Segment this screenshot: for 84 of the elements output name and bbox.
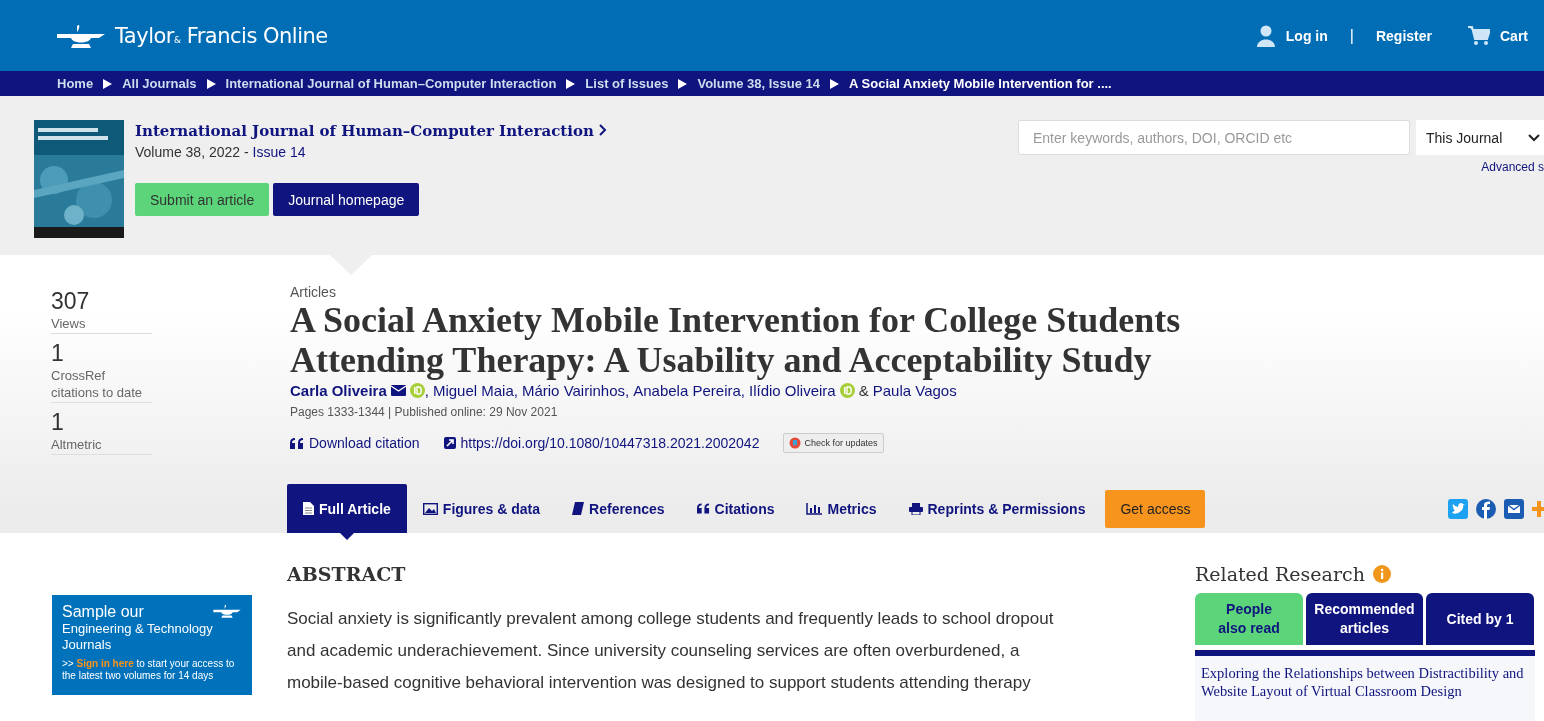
promo-subtitle: Engineering & Technology Journals [62, 621, 214, 653]
image-icon [422, 502, 438, 515]
metric-value: 307 [51, 287, 91, 315]
metric-label: Altmetric [51, 436, 103, 453]
author-link[interactable]: Miguel Maia [432, 382, 514, 399]
plus-icon[interactable] [1532, 498, 1544, 519]
orcid-icon[interactable] [839, 383, 855, 398]
arrow-icon [103, 78, 113, 89]
twitter-icon[interactable] [1448, 498, 1468, 519]
author-separator: , [424, 382, 429, 399]
check-for-updates-button[interactable]: Check for updates [783, 433, 884, 453]
facebook-icon[interactable] [1476, 498, 1496, 519]
promo-banner[interactable]: Sample our Engineering & Technology Journals >> Sign in here to start your access to the latest two volumes for 14 days [52, 595, 252, 695]
promo-text: >> Sign in here to start your access to the latest two volumes for 14 days [62, 658, 236, 682]
promo-title: Sample our [62, 603, 144, 621]
arrow-icon [678, 78, 688, 89]
breadcrumb-link[interactable]: All Journals [122, 76, 197, 91]
related-tab[interactable]: Recommended articles [1306, 593, 1423, 645]
bar-chart-icon [806, 502, 823, 515]
metric-value: 1 [51, 339, 65, 367]
author-separator: , [740, 382, 745, 399]
breadcrumb-link[interactable]: Volume 38, Issue 14 [697, 76, 821, 91]
related-tab[interactable]: People also read [1195, 593, 1303, 645]
cart-icon [1468, 25, 1490, 46]
metric-value: 1 [51, 408, 65, 436]
article-tab[interactable]: Metrics [790, 484, 893, 533]
user-icon [1255, 24, 1276, 47]
email-share-icon[interactable] [1504, 498, 1524, 519]
breadcrumb-link[interactable]: List of Issues [585, 76, 669, 91]
login-link[interactable]: Log in [1285, 27, 1328, 44]
advanced-search-link[interactable]: Advanced s [1481, 160, 1544, 174]
publication-info: Pages 1333-1344 | Published online: 29 Nov 2021 [290, 405, 559, 419]
related-research-heading: Related Research [1195, 563, 1365, 585]
article-type: Articles [290, 284, 337, 300]
scope-select[interactable]: This Journal [1416, 120, 1544, 155]
author-link[interactable]: Ilídio Oliveira [749, 382, 836, 399]
get-access-button[interactable]: Get access [1105, 489, 1206, 528]
email-icon[interactable] [390, 385, 406, 396]
author-separator: , [625, 382, 630, 399]
issue-link[interactable]: Issue 14 [252, 144, 306, 160]
cart-link[interactable]: Cart [1500, 27, 1528, 44]
journal-title-link[interactable]: International Journal of Human–Computer Interaction [135, 122, 594, 140]
search-field[interactable]: Enter keywords, authors, DOI, ORCID etc [1018, 120, 1410, 155]
article-tab[interactable]: Figures & data [406, 484, 557, 533]
author-link[interactable]: Anabela Pereira [633, 382, 741, 399]
arrow-icon [566, 78, 576, 89]
breadcrumb-link[interactable]: Home [57, 76, 94, 91]
active-tab-pointer [339, 533, 354, 540]
volume-text: Volume 38, 2022 - [135, 144, 249, 160]
metric-label: Views [51, 315, 87, 332]
journal-homepage-button[interactable]: Journal homepage [273, 183, 420, 216]
breadcrumb-link[interactable]: A Social Anxiety Mobile Intervention for .... [849, 76, 1112, 91]
download-citation-link[interactable]: Download citation [290, 435, 420, 451]
chevron-down-icon [1528, 133, 1540, 142]
article-tab[interactable]: References [556, 484, 681, 533]
quote-icon [696, 503, 710, 514]
header-divider: | [1349, 26, 1354, 45]
external-link-icon [443, 437, 456, 449]
register-link[interactable]: Register [1375, 27, 1432, 44]
article-title: A Social Anxiety Mobile Intervention for College Students Attending Therapy: A Usability and Acceptability Study [290, 300, 1182, 380]
related-article-link[interactable]: Exploring the Relationships between Distractibility and Website Layout of Virtual Classroom Design [1201, 664, 1529, 700]
related-tab[interactable]: Cited by 1 [1426, 593, 1534, 645]
breadcrumb-link[interactable]: International Journal of Human–Computer Interaction [225, 76, 557, 91]
abstract-text: Social anxiety is significantly prevalent among college students and frequently leads to school dropout and academic underachievement. Since university counseling services are often overburdened, a mobile-based cognitive behavioral intervention was designed to support students attending therapy [287, 608, 1055, 694]
submit-article-button[interactable]: Submit an article [135, 183, 270, 216]
quote-icon [290, 437, 304, 449]
lamp-logo-icon [212, 603, 242, 619]
article-tab[interactable]: Citations [680, 484, 791, 533]
doi-link[interactable]: https://doi.org/10.1080/10447318.2021.2002042 [443, 435, 760, 451]
info-icon[interactable] [1372, 565, 1391, 583]
author-link[interactable]: Carla Oliveira [290, 382, 387, 399]
author-link[interactable]: Paula Vagos [872, 382, 957, 399]
printer-icon [908, 502, 923, 515]
metric-label: CrossRef citations to date [51, 367, 144, 401]
site-logo-text[interactable]: Taylor& Francis Online [115, 23, 328, 48]
author-separator: & [858, 382, 869, 399]
article-tab[interactable]: Reprints & Permissions [892, 484, 1102, 533]
abstract-heading: ABSTRACT [287, 563, 407, 585]
author-separator: , [513, 382, 518, 399]
arrow-icon [830, 78, 840, 89]
chevron-icon [598, 124, 607, 136]
arrow-icon [206, 78, 216, 89]
update-badge-icon [789, 437, 802, 449]
document-icon [303, 502, 314, 515]
